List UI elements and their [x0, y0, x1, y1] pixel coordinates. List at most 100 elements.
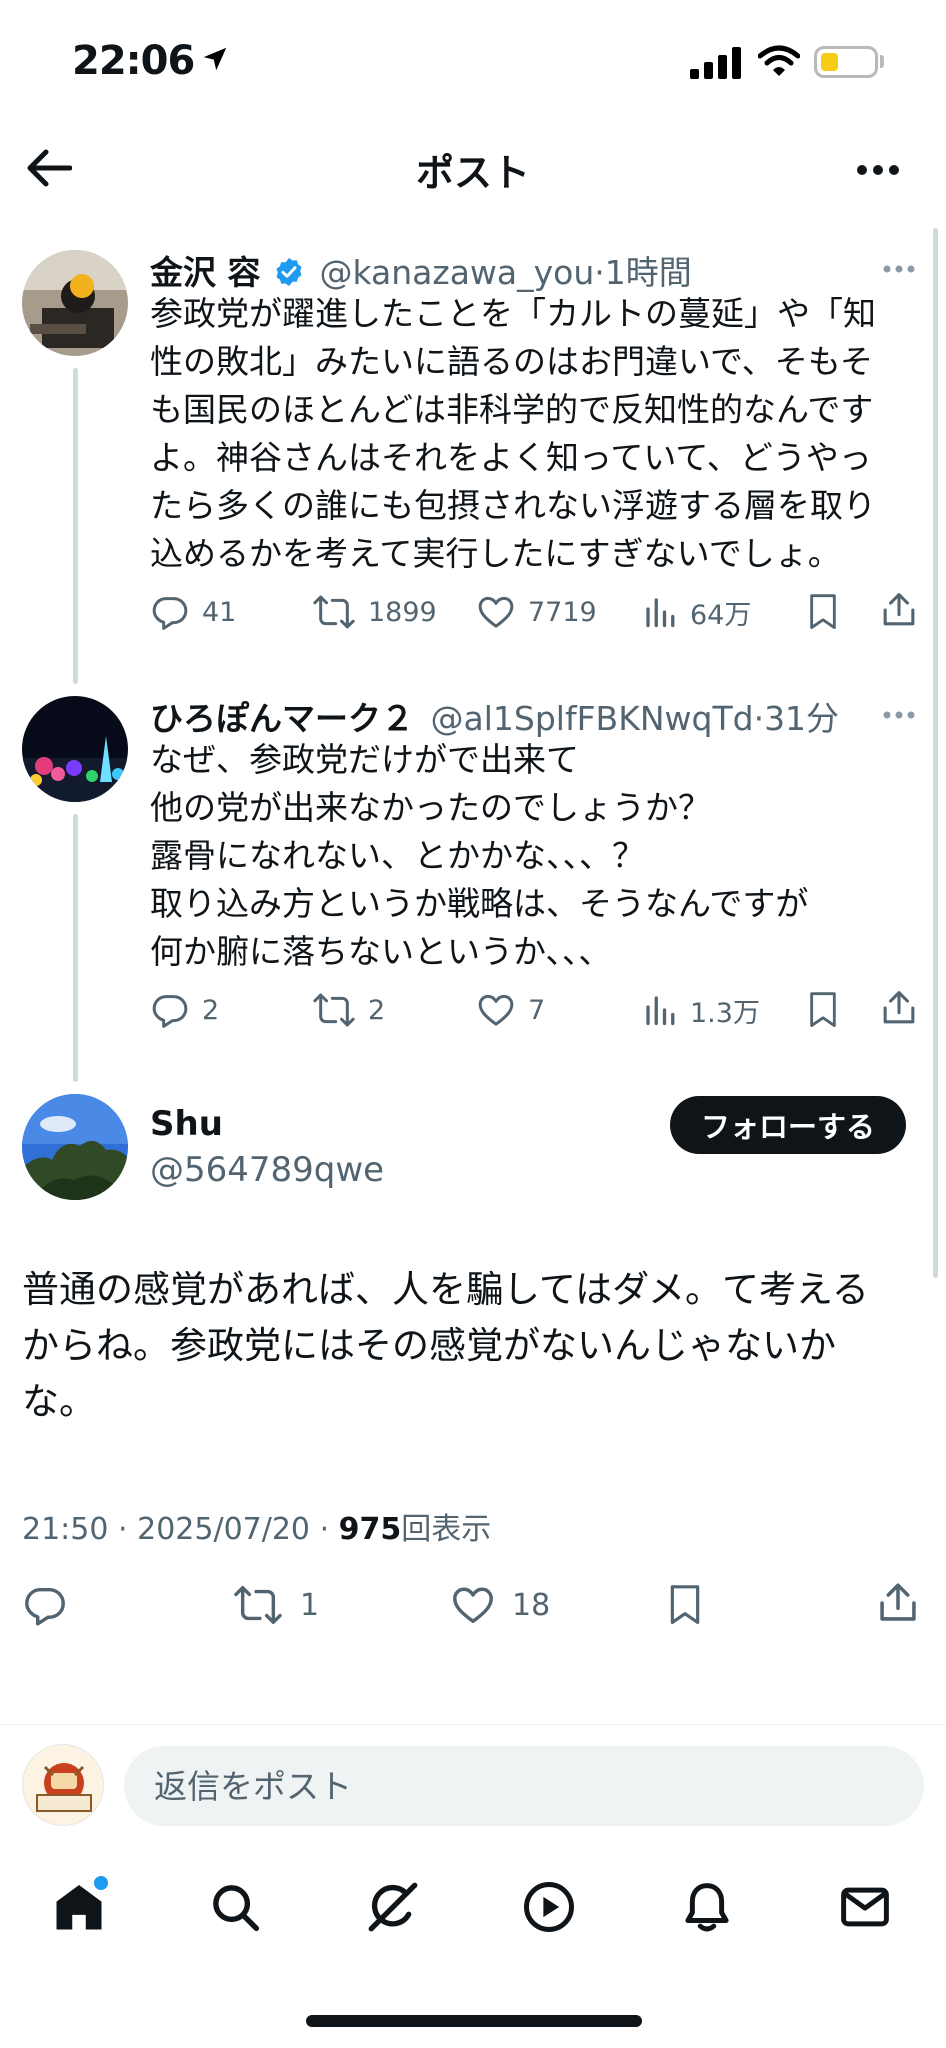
- battery-icon: [814, 46, 878, 78]
- repost-button[interactable]: 1: [232, 1582, 319, 1628]
- author-name[interactable]: 金沢 容: [150, 253, 261, 292]
- author-name[interactable]: Shu: [150, 1104, 223, 1144]
- grok-icon[interactable]: [364, 1878, 422, 1936]
- search-icon[interactable]: [208, 1880, 262, 1934]
- thread-line: [73, 368, 78, 684]
- repost-icon: [313, 993, 355, 1027]
- author-name[interactable]: ひろぽんマーク２: [150, 699, 414, 738]
- views-chart-icon: [646, 598, 675, 628]
- meta-separator: ·: [753, 699, 765, 738]
- bookmark-icon[interactable]: [806, 990, 840, 1030]
- text-line: たら多くの誰にも包摂されない浮遊する層を取り: [150, 486, 876, 525]
- reply-icon[interactable]: [22, 1582, 68, 1628]
- post-date: 2025/07/20: [137, 1512, 311, 1547]
- text-line: 露骨になれない、とかかな、、、？: [150, 836, 645, 875]
- text-line: 取り込み方というか戦略は、そうなんですが: [150, 884, 809, 923]
- reply-button[interactable]: 41: [150, 592, 236, 632]
- meta-separator: ·: [118, 1512, 128, 1547]
- divider: [0, 1724, 946, 1725]
- post-time[interactable]: 31分: [764, 699, 839, 738]
- share-icon[interactable]: [876, 1580, 920, 1626]
- like-count: 18: [512, 1587, 551, 1623]
- post-time[interactable]: 1時間: [605, 253, 692, 292]
- text-line: 何か腑に落ちないというか、、、: [150, 932, 612, 971]
- share-icon[interactable]: [880, 590, 918, 630]
- views-button[interactable]: 1.3万: [642, 990, 760, 1030]
- heart-icon: [453, 1587, 493, 1624]
- cellular-signal-icon: [690, 47, 742, 79]
- reply-input[interactable]: [124, 1746, 924, 1826]
- text-line: 込めるかを考えて実行したにすぎないでしょ。: [150, 534, 841, 573]
- like-count: 7719: [528, 596, 597, 628]
- meta-separator: ·: [594, 253, 605, 292]
- thread-line: [73, 814, 78, 1082]
- avatar[interactable]: [22, 1094, 128, 1200]
- messages-icon[interactable]: [838, 1880, 892, 1934]
- post-text: 普通の感覚があれば、人を騙してはダメ。て考える からね。参政党にはその感覚がない…: [22, 1262, 869, 1430]
- tweet-text: なぜ、参政党だけがで出来て 他の党が出来なかったのでしょうか？ 露骨になれない、…: [150, 736, 808, 976]
- more-options-icon[interactable]: [856, 164, 900, 176]
- repost-icon: [234, 1586, 282, 1624]
- tweet-more-icon[interactable]: [882, 264, 916, 274]
- wifi-icon: [758, 44, 800, 78]
- reply-icon: [152, 995, 188, 1028]
- text-line: なぜ、参政党だけがで出来て: [150, 740, 579, 779]
- views-label: 回表示: [401, 1512, 492, 1547]
- text-line: も国民のほとんどは非科学的で反知性的なんです: [150, 390, 874, 429]
- repost-count: 1: [300, 1587, 320, 1623]
- reply-count: 2: [202, 994, 220, 1026]
- author-handle[interactable]: @564789qwe: [150, 1150, 384, 1190]
- text-line: 普通の感覚があれば、人を騙してはダメ。て考える: [22, 1268, 869, 1311]
- view-count: 1.3万: [690, 997, 760, 1029]
- user-avatar[interactable]: [22, 1744, 104, 1826]
- tweet-header: 金沢 容 @kanazawa_you·1時間: [150, 246, 692, 294]
- avatar[interactable]: [22, 250, 128, 356]
- heart-icon: [478, 596, 514, 628]
- bookmark-icon[interactable]: [806, 592, 840, 632]
- tweet-header: ひろぽんマーク２ @al1SplfFBKNwqTd·31分: [150, 692, 839, 740]
- tweet-text: 参政党が躍進したことを「カルトの蔓延」や「知 性の敗北」みたいに語るのはお門違い…: [150, 290, 876, 578]
- home-indicator: [306, 2015, 642, 2027]
- reply-count: 41: [202, 596, 237, 628]
- status-time: 22:06: [72, 38, 195, 84]
- repost-button[interactable]: 2: [312, 990, 385, 1030]
- text-line: 他の党が出来なかったのでしょうか？: [150, 788, 711, 827]
- notifications-icon[interactable]: [680, 1880, 734, 1934]
- views-button[interactable]: 64万: [642, 592, 751, 632]
- heart-icon: [478, 994, 514, 1026]
- like-count: 7: [528, 994, 546, 1026]
- like-button[interactable]: 7719: [476, 592, 597, 632]
- avatar[interactable]: [22, 696, 128, 802]
- text-line: な。: [22, 1380, 96, 1423]
- battery-tip: [880, 55, 884, 68]
- page-title: ポスト: [415, 151, 530, 195]
- scrollbar[interactable]: [933, 228, 938, 1278]
- bookmark-icon[interactable]: [666, 1582, 704, 1628]
- author-handle[interactable]: @kanazawa_you: [320, 253, 595, 292]
- author-handle[interactable]: @al1SplfFBKNwqTd: [431, 699, 754, 738]
- post-time: 21:50: [22, 1512, 109, 1547]
- reply-icon: [152, 597, 188, 630]
- video-icon[interactable]: [522, 1880, 576, 1934]
- views-chart-icon: [646, 996, 675, 1026]
- follow-button[interactable]: フォローする: [670, 1096, 906, 1154]
- reply-button[interactable]: 2: [150, 990, 219, 1030]
- tweet-more-icon[interactable]: [882, 710, 916, 720]
- text-line: 性の敗北」みたいに語るのはお門違いで、そもそ: [150, 342, 874, 381]
- post-meta: 21:50 · 2025/07/20 · 975回表示: [22, 1504, 491, 1548]
- text-line: よ。神谷さんはそれをよく知っていて、どうやっ: [150, 438, 872, 477]
- verified-badge-icon: [273, 256, 305, 288]
- unread-dot: [92, 1874, 110, 1892]
- view-count: 64万: [690, 599, 752, 631]
- views-count[interactable]: 975: [339, 1512, 402, 1547]
- location-icon: [200, 44, 230, 74]
- repost-button[interactable]: 1899: [312, 592, 437, 632]
- meta-separator: ·: [319, 1512, 330, 1547]
- repost-count: 1899: [368, 596, 437, 628]
- repost-count: 2: [368, 994, 386, 1026]
- like-button[interactable]: 7: [476, 990, 545, 1030]
- share-icon[interactable]: [880, 988, 918, 1028]
- like-button[interactable]: 18: [450, 1582, 550, 1628]
- text-line: 参政党が躍進したことを「カルトの蔓延」や「知: [150, 294, 876, 333]
- text-line: からね。参政党にはその感覚がないんじゃないか: [22, 1324, 836, 1367]
